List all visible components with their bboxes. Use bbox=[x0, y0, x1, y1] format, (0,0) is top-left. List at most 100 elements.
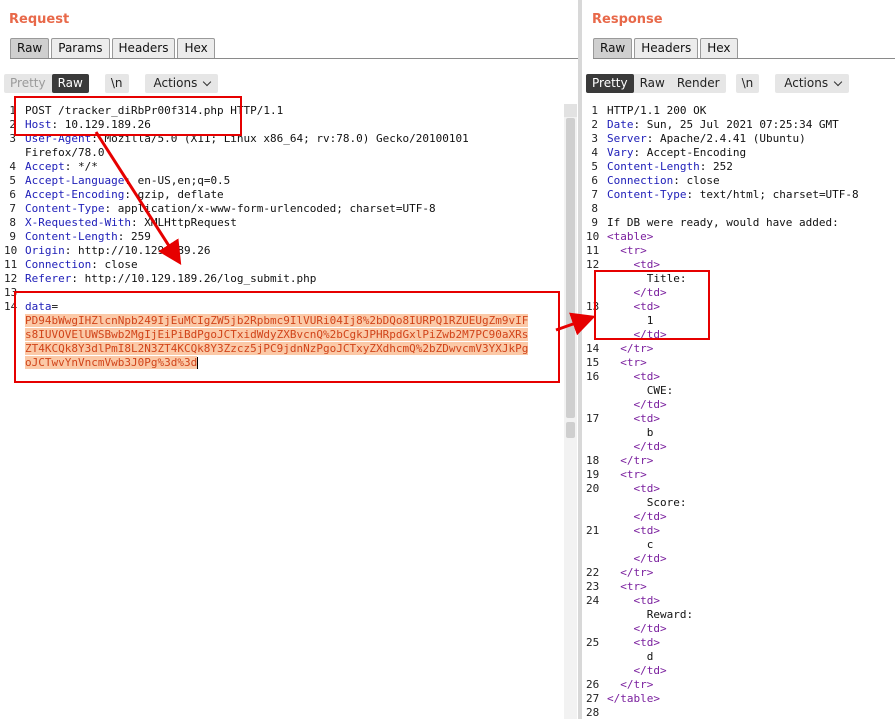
code-line: </tr> bbox=[607, 566, 859, 580]
header-name: X-Requested-With bbox=[25, 216, 131, 229]
annotation-box-request-line bbox=[14, 96, 242, 136]
line-number: 8 bbox=[9, 216, 16, 229]
line-number: 23 bbox=[586, 580, 600, 593]
response-raw-button[interactable]: Raw bbox=[634, 74, 671, 93]
line-number: 10 bbox=[586, 230, 600, 243]
scroll-up-icon[interactable] bbox=[564, 104, 577, 117]
html-tag: </tr> bbox=[620, 678, 654, 691]
html-tag: <table> bbox=[607, 230, 654, 243]
code-line: d bbox=[607, 650, 859, 664]
response-actions-label: Actions bbox=[784, 76, 829, 90]
line-value: */* bbox=[71, 160, 98, 173]
line-value: c bbox=[646, 538, 654, 551]
code-line: Connection: close bbox=[607, 174, 720, 187]
code-line: Accept-Language: en-US,en;q=0.5 bbox=[25, 174, 231, 187]
line-value: close bbox=[679, 174, 720, 187]
response-code: HTTP/1.1 200 OK Date: Sun, 25 Jul 2021 07… bbox=[607, 104, 859, 719]
response-pretty-button[interactable]: Pretty bbox=[586, 74, 634, 93]
html-tag: </td> bbox=[633, 552, 667, 565]
line-number: 20 bbox=[586, 482, 600, 495]
request-tab-hex[interactable]: Hex bbox=[177, 38, 215, 58]
html-tag: </td> bbox=[633, 664, 667, 677]
line-number bbox=[586, 538, 598, 552]
line-number: 22 bbox=[586, 566, 600, 579]
html-tag: <td> bbox=[633, 370, 661, 383]
code-line: <td> bbox=[607, 412, 859, 426]
line-number: 7 bbox=[9, 202, 16, 215]
request-tab-headers[interactable]: Headers bbox=[111, 38, 176, 58]
line-number: 16 bbox=[586, 370, 600, 383]
code-line: Accept: */* bbox=[25, 160, 98, 173]
request-raw-button[interactable]: Raw bbox=[51, 74, 89, 93]
code-line: Origin: http://10.129.189.26 bbox=[25, 244, 211, 257]
html-tag: <td> bbox=[633, 412, 661, 425]
code-line: Date: Sun, 25 Jul 2021 07:25:34 GMT bbox=[607, 118, 839, 131]
header-name: Content-Type bbox=[607, 188, 687, 201]
response-tab-raw[interactable]: Raw bbox=[593, 38, 633, 58]
request-scroll-thumb[interactable] bbox=[566, 118, 575, 418]
response-actions-button[interactable]: Actions bbox=[775, 74, 850, 93]
code-line: b bbox=[607, 426, 859, 440]
line-number bbox=[586, 440, 598, 454]
request-scrollbar[interactable] bbox=[564, 104, 577, 719]
line-value: 252 bbox=[706, 160, 733, 173]
code-line: </td> bbox=[607, 398, 859, 412]
header-name: Accept-Encoding bbox=[25, 188, 125, 201]
response-tab-hex[interactable]: Hex bbox=[700, 38, 738, 58]
line-value: en-US,en;q=0.5 bbox=[130, 174, 231, 187]
line-number: 18 bbox=[586, 454, 600, 467]
line-number: 17 bbox=[586, 412, 600, 425]
request-tab-raw[interactable]: Raw bbox=[10, 38, 50, 58]
request-editor[interactable]: 1 2 3 4 5 6 7 8 9 10 11 12 13 14 POST /tracker_diRbPr… bbox=[4, 104, 560, 719]
request-pretty-button[interactable]: Pretty bbox=[4, 74, 52, 93]
header-name: Server bbox=[607, 132, 647, 145]
line-number: 10 bbox=[4, 244, 18, 257]
line-number: 6 bbox=[9, 188, 16, 201]
header-name: Origin bbox=[25, 244, 65, 257]
response-render-button[interactable]: Render bbox=[671, 74, 726, 93]
html-tag: </tr> bbox=[620, 566, 654, 579]
line-value: Sun, 25 Jul 2021 07:25:34 GMT bbox=[640, 118, 839, 131]
line-number: 2 bbox=[591, 118, 598, 131]
code-line: <td> bbox=[607, 524, 859, 538]
code-line: Connection: close bbox=[25, 258, 138, 271]
html-tag: <td> bbox=[633, 524, 661, 537]
line-number: 24 bbox=[586, 594, 600, 607]
code-line: </td> bbox=[607, 552, 859, 566]
code-line: </td> bbox=[607, 622, 859, 636]
request-scroll-grip[interactable] bbox=[566, 422, 575, 438]
request-tab-params[interactable]: Params bbox=[51, 38, 110, 58]
line-value: text/html; charset=UTF-8 bbox=[693, 188, 859, 201]
line-number: 5 bbox=[591, 160, 598, 173]
code-line: Server: Apache/2.4.41 (Ubuntu) bbox=[607, 132, 806, 145]
response-newline-button[interactable]: \n bbox=[735, 74, 760, 93]
request-actions-button[interactable]: Actions bbox=[144, 74, 219, 93]
line-number: 25 bbox=[586, 636, 600, 649]
line-number: 26 bbox=[586, 678, 600, 691]
request-newline-button[interactable]: \n bbox=[104, 74, 129, 93]
line-value: 259 bbox=[124, 230, 151, 243]
code-line: Score: bbox=[607, 496, 859, 510]
annotation-box-payload bbox=[14, 291, 560, 383]
response-editor[interactable]: 1 2 3 4 5 6 7 8 9 10 11 12 13 14 15 16 17 18 19 20 21 22 23 24 2… bbox=[586, 104, 895, 719]
html-tag: <td> bbox=[633, 482, 661, 495]
code-line: c bbox=[607, 538, 859, 552]
response-pane: Response Raw Headers Hex Pretty Raw Rend… bbox=[582, 0, 895, 719]
response-tab-headers[interactable]: Headers bbox=[634, 38, 699, 58]
response-title: Response bbox=[592, 12, 663, 27]
request-actions-label: Actions bbox=[153, 76, 198, 90]
code-line: </td> bbox=[607, 440, 859, 454]
code-line: <tr> bbox=[607, 580, 859, 594]
